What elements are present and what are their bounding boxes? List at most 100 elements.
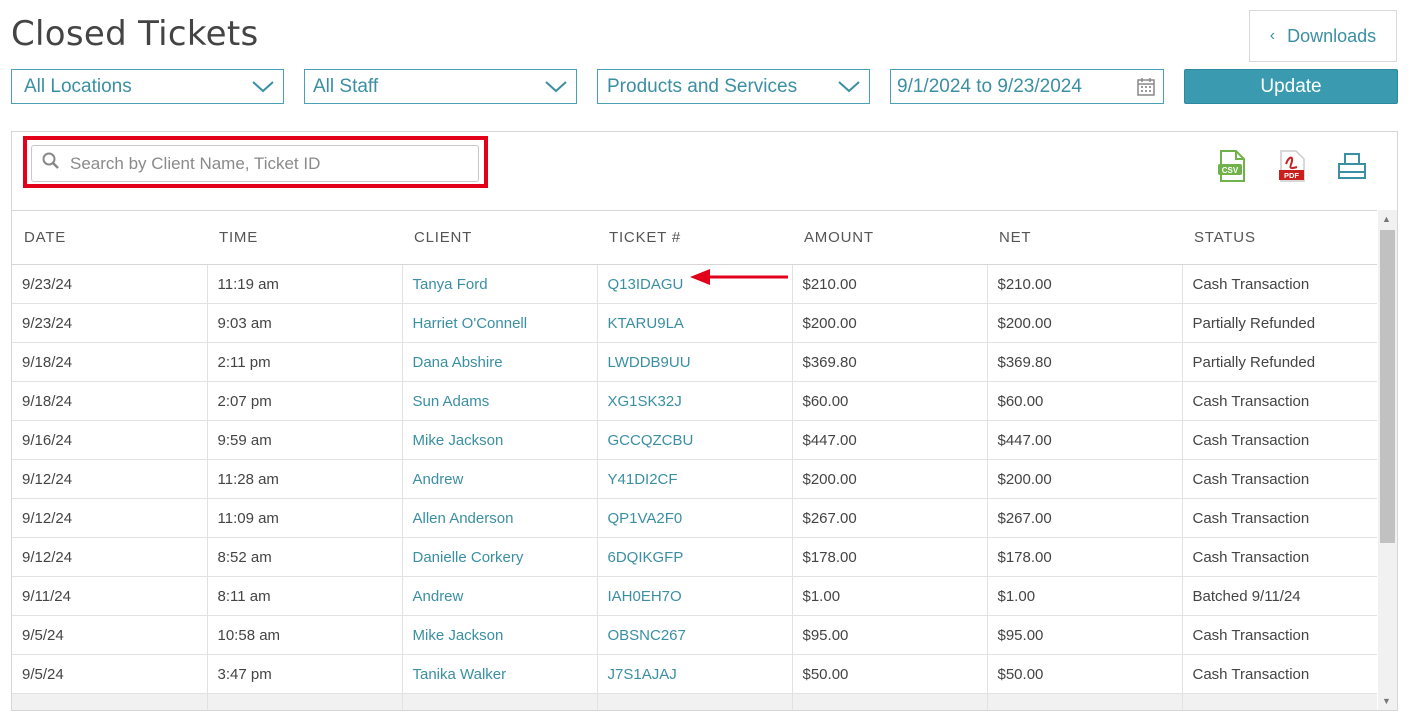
cell-time: 11:28 am [207, 459, 403, 499]
cell-amount: $50.00 [792, 654, 988, 694]
cell-time: 10:58 am [207, 615, 403, 655]
table-row: 9/12/24 11:09 am Allen Anderson QP1VA2F0 $26… [12, 498, 1377, 538]
downloads-button[interactable]: ‹ Downloads [1249, 10, 1397, 62]
cell-client[interactable]: Tanika Walker [402, 654, 598, 694]
cell-date: 9/5/24 [12, 654, 208, 694]
cell-status: Cash Transaction [1182, 420, 1377, 460]
red-arrow-annotation [690, 269, 788, 285]
cell-status: Cash Transaction [1182, 381, 1377, 421]
cell-client[interactable]: Sun Adams [402, 381, 598, 421]
scroll-up-icon[interactable]: ▲ [1382, 214, 1391, 224]
cell-amount: $447.00 [792, 420, 988, 460]
cell-net: $178.00 [987, 537, 1183, 577]
cell-time: 11:19 am [207, 264, 403, 304]
table-row: 9/16/24 9:59 am Mike Jackson GCCQZCBU $447.0… [12, 420, 1377, 460]
cell-ticket[interactable]: GCCQZCBU [597, 420, 793, 460]
cell-net: $210.00 [987, 264, 1183, 304]
chevron-down-icon [243, 80, 283, 93]
cell-ticket[interactable]: OBSNC267 [597, 615, 793, 655]
cell-amount: $1.00 [792, 576, 988, 616]
table-scrollbar[interactable]: ▲ ▼ [1378, 210, 1397, 710]
table-row: 9/23/24 9:03 am Harriet O'Connell KTARU9LA $… [12, 303, 1377, 343]
cell-client[interactable]: Harriet O'Connell [402, 303, 598, 343]
date-range-input[interactable]: 9/1/2024 to 9/23/2024 [890, 69, 1164, 104]
column-header-ticket[interactable]: TICKET # [597, 211, 792, 265]
cell-ticket[interactable]: KTARU9LA [597, 303, 793, 343]
staff-select[interactable]: All Staff [304, 69, 577, 104]
cell-date: 9/12/24 [12, 537, 208, 577]
category-select[interactable]: Products and Services [597, 69, 870, 104]
column-header-time[interactable]: TIME [207, 211, 402, 265]
cell-date: 9/18/24 [12, 381, 208, 421]
cell-status: Cash Transaction [1182, 537, 1377, 577]
table-row: 9/5/24 10:58 am Mike Jackson OBSNC267 $95.00… [12, 615, 1377, 655]
print-icon[interactable] [1337, 152, 1367, 185]
column-header-amount[interactable]: AMOUNT [792, 211, 987, 265]
totals-time [207, 693, 403, 710]
cell-ticket[interactable]: XG1SK32J [597, 381, 793, 421]
table-row: 9/5/24 3:47 pm Tanika Walker J7S1AJAJ $50.00… [12, 654, 1377, 694]
pdf-export-icon[interactable]: PDF [1277, 150, 1307, 187]
cell-client[interactable]: Mike Jackson [402, 615, 598, 655]
cell-client[interactable]: Danielle Corkery [402, 537, 598, 577]
cell-amount: $60.00 [792, 381, 988, 421]
cell-client[interactable]: Andrew [402, 459, 598, 499]
location-value: All Locations [24, 75, 132, 97]
cell-ticket[interactable]: Y41DI2CF [597, 459, 793, 499]
page-title: Closed Tickets [11, 14, 259, 54]
tickets-panel: CSV PDF DATE TIME CLIENT TICKET # AMOUNT… [11, 131, 1398, 711]
cell-time: 9:59 am [207, 420, 403, 460]
cell-net: $95.00 [987, 615, 1183, 655]
column-header-date[interactable]: DATE [12, 211, 207, 265]
cell-client[interactable]: Mike Jackson [402, 420, 598, 460]
column-header-status[interactable]: STATUS [1182, 211, 1377, 265]
totals-net: $2,440.80 [987, 693, 1183, 710]
search-input[interactable] [68, 152, 452, 175]
cell-amount: $210.00 [792, 264, 988, 304]
cell-client[interactable]: Andrew [402, 576, 598, 616]
date-range-value: 9/1/2024 to 9/23/2024 [897, 75, 1082, 97]
cell-ticket[interactable]: IAH0EH7O [597, 576, 793, 616]
column-header-client[interactable]: CLIENT [402, 211, 597, 265]
cell-net: $447.00 [987, 420, 1183, 460]
category-value: Products and Services [607, 75, 798, 97]
cell-ticket[interactable]: J7S1AJAJ [597, 654, 793, 694]
cell-net: $369.80 [987, 342, 1183, 382]
cell-date: 9/5/24 [12, 615, 208, 655]
chevron-down-icon [536, 80, 576, 93]
cell-amount: $200.00 [792, 459, 988, 499]
scroll-down-icon[interactable]: ▼ [1382, 696, 1391, 706]
cell-time: 11:09 am [207, 498, 403, 538]
cell-ticket[interactable]: QP1VA2F0 [597, 498, 793, 538]
scrollbar-thumb[interactable] [1380, 230, 1395, 543]
cell-client[interactable]: Tanya Ford [402, 264, 598, 304]
cell-status: Partially Refunded [1182, 342, 1377, 382]
cell-client[interactable]: Allen Anderson [402, 498, 598, 538]
cell-status: Batched 9/11/24 [1182, 576, 1377, 616]
cell-net: $200.00 [987, 459, 1183, 499]
cell-amount: $95.00 [792, 615, 988, 655]
totals-status [1182, 693, 1377, 710]
cell-date: 9/11/24 [12, 576, 208, 616]
cell-ticket[interactable]: LWDDB9UU [597, 342, 793, 382]
cell-time: 3:47 pm [207, 654, 403, 694]
cell-net: $1.00 [987, 576, 1183, 616]
csv-export-icon[interactable]: CSV [1217, 150, 1247, 187]
cell-status: Cash Transaction [1182, 264, 1377, 304]
export-toolbar: CSV PDF [1217, 150, 1367, 187]
search-box[interactable] [31, 145, 479, 182]
cell-status: Cash Transaction [1182, 459, 1377, 499]
staff-value: All Staff [313, 75, 379, 97]
totals-amount: $2,440.80 [792, 693, 988, 710]
cell-client[interactable]: Dana Abshire [402, 342, 598, 382]
update-button[interactable]: Update [1184, 69, 1398, 104]
totals-clients: 13 [402, 693, 598, 710]
cell-net: $267.00 [987, 498, 1183, 538]
calendar-icon[interactable] [1129, 77, 1163, 96]
location-select[interactable]: All Locations [11, 69, 284, 104]
downloads-label: Downloads [1287, 25, 1377, 46]
cell-ticket[interactable]: 6DQIKGFP [597, 537, 793, 577]
totals-label: TOTAL [12, 693, 208, 710]
column-header-net[interactable]: NET [987, 211, 1182, 265]
cell-time: 2:07 pm [207, 381, 403, 421]
